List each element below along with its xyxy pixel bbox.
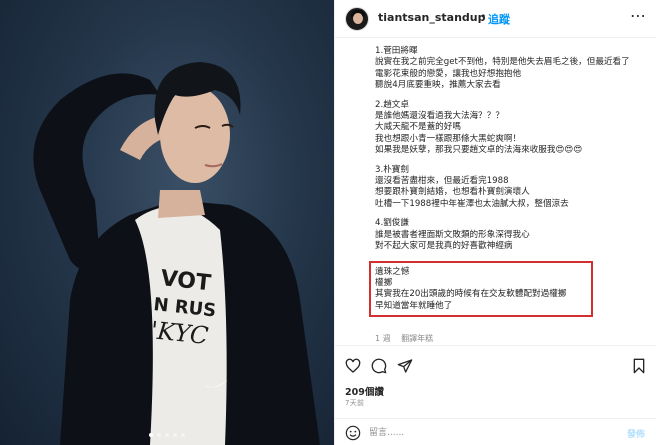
caption-line: 對不起大家可是我真的好喜歡神經病: [375, 241, 513, 252]
caption-line: 還沒看苦盡柑來，但最近看完1988: [375, 176, 509, 187]
post-comment-button[interactable]: 發佈: [627, 427, 645, 440]
highlight-box: 遺珠之憾 權擲 其實我在20出頭歲的時候有在交友軟體配對過權擲 早知道當年就睡他…: [369, 260, 593, 318]
caption-line: 4.劉俊謙: [375, 218, 409, 229]
username-link[interactable]: tiantsan_standup: [378, 11, 485, 24]
post-photo[interactable]: VOT N RUS 'KYC: [0, 0, 334, 445]
see-translation-link[interactable]: 翻譯年糕: [401, 334, 433, 343]
caption-line: 權擲: [375, 277, 393, 288]
comment-input[interactable]: [369, 424, 609, 441]
caption-line: 聽說4月底要重映，推薦大家去看: [375, 80, 501, 91]
action-bar: [335, 345, 656, 385]
caption-line: 3.朴寶劍: [375, 164, 409, 175]
caption-line: 電影花束般的戀愛，讓我也好想抱抱他: [375, 68, 522, 79]
caption-line: 其實我在20出頭歲的時候有在交友軟體配對過權擲: [375, 289, 567, 300]
comment-bar: 發佈: [335, 418, 656, 445]
caption-line: 遺珠之憾: [375, 266, 410, 277]
likes-count[interactable]: 209個讚: [345, 384, 384, 398]
carousel-dot[interactable]: [165, 433, 169, 437]
caption-age: 1 週: [375, 334, 391, 343]
caption-meta: 1 週 翻譯年糕: [375, 333, 441, 344]
caption-block-4: 4.劉俊謙 誰是被書者裡面斯文敗類的形象深得我心 對不起大家可是我真的好喜歡神經…: [375, 218, 649, 252]
post-timestamp: 7天前: [345, 399, 365, 407]
caption-block-2: 2.趙文卓 是誰他媽還沒看過我大法海？？？ 大威天龍不是蓋的好嗎 我也想跟小青一…: [375, 100, 649, 157]
emoji-icon[interactable]: [345, 425, 361, 441]
comment-icon[interactable]: [371, 358, 387, 374]
more-icon[interactable]: ⋯: [629, 7, 647, 27]
caption-line: 想要跟朴寶劍結婚，也想看朴寶劍演壞人: [375, 187, 530, 198]
caption-line: 大威天龍不是蓋的好嗎: [375, 122, 461, 133]
carousel-dots: [0, 433, 334, 437]
caption-line: 2.趙文卓: [375, 99, 409, 110]
separator-dot: •: [480, 10, 487, 23]
carousel-dot[interactable]: [173, 433, 177, 437]
caption-line: 早知道當年就睡他了: [375, 300, 453, 311]
caption-line: 我也想跟小青一樣跟那條大黑蛇爽啊！: [375, 133, 522, 144]
carousel-dot[interactable]: [157, 433, 161, 437]
caption-block-1: 1.菅田將暉 說實在我之前完全get不到他，特別是他失去眉毛之後，但最近看了 電…: [375, 46, 649, 92]
follow-button[interactable]: 追蹤: [488, 11, 510, 27]
caption-line: 是誰他媽還沒看過我大法海？？？: [375, 111, 504, 122]
svg-text:'KYC: 'KYC: [149, 316, 209, 350]
caption-line: 說實在我之前完全get不到他，特別是他失去眉毛之後，但最近看了: [375, 57, 630, 68]
caption-line: 1.菅田將暉: [375, 46, 418, 56]
svg-text:VOT: VOT: [159, 266, 212, 296]
post-side-panel: tiantsan_standup • 追蹤 ⋯ 1.菅田將暉 說實在我之前完全g…: [334, 0, 656, 445]
caption-line: 如果我是妖孽，那我只要趙文卓的法海來收服我😍😍😍: [375, 145, 583, 156]
caption-text: 1.菅田將暉 說實在我之前完全get不到他，特別是他失去眉毛之後，但最近看了 電…: [345, 38, 649, 338]
caption-line: 誰是被書者裡面斯文敗類的形象深得我心: [375, 229, 530, 240]
portrait-illustration: VOT N RUS 'KYC: [33, 62, 320, 445]
bookmark-icon[interactable]: [631, 358, 647, 374]
avatar[interactable]: [345, 7, 369, 31]
post-header: tiantsan_standup • 追蹤 ⋯: [335, 0, 656, 38]
carousel-dot-active[interactable]: [149, 433, 153, 437]
instagram-post: VOT N RUS 'KYC tiantsan_standup • 追蹤 ⋯ 1…: [0, 0, 656, 445]
caption-block-3: 3.朴寶劍 還沒看苦盡柑來，但最近看完1988 想要跟朴寶劍結婚，也想看朴寶劍演…: [375, 165, 649, 211]
share-icon[interactable]: [397, 358, 413, 374]
carousel-dot[interactable]: [181, 433, 185, 437]
caption-line: 吐槽一下1988裡中年崔澤也太油膩大叔，整個涼去: [375, 198, 569, 209]
heart-icon[interactable]: [345, 358, 361, 374]
